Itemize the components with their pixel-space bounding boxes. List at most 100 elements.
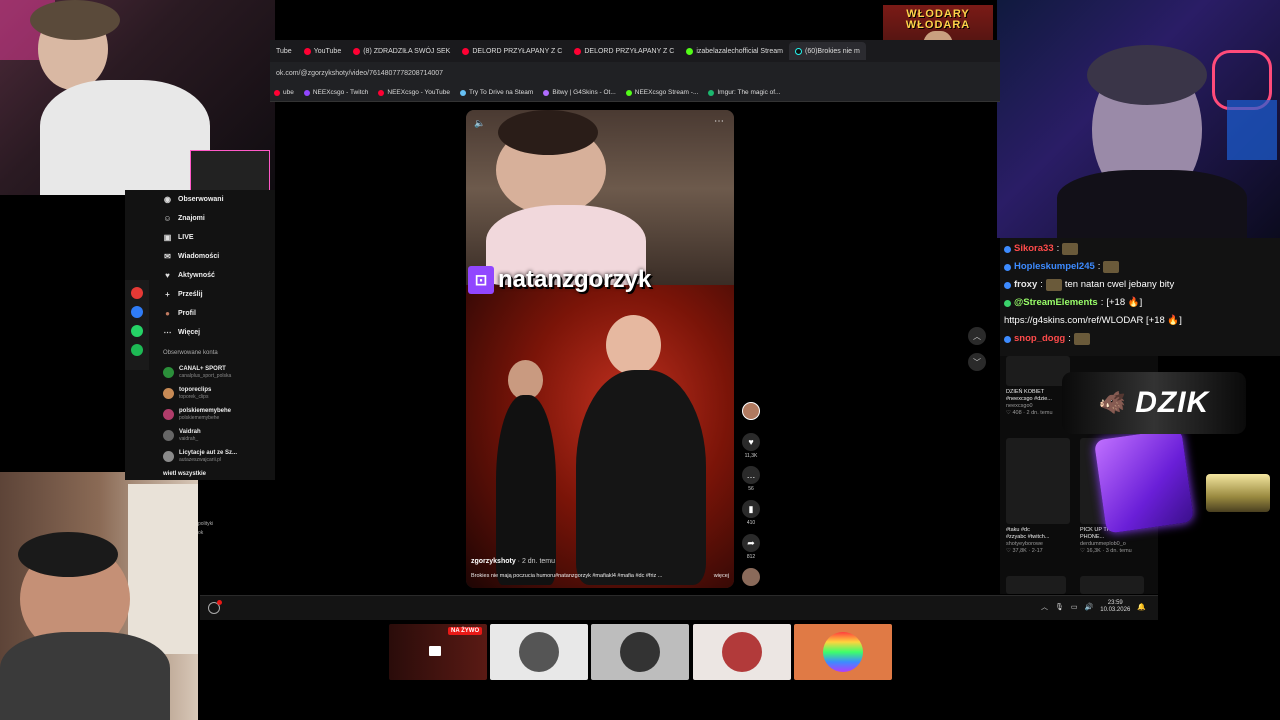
like-button[interactable]: ♥ 11,3K [740,433,762,459]
sidebar-item-label: Aktywność [178,272,215,279]
tab-favicon-icon [462,47,470,55]
badge-icon [1004,281,1011,289]
card-author: neexcsgo0 [1006,403,1033,409]
url-text: ok.com/@zgorzykshoty/video/7614807778208… [276,69,444,77]
action-count: 410 [746,520,756,526]
window-thumbnail[interactable] [693,624,791,680]
avatar [163,430,174,441]
bookmark-icon [303,89,310,96]
bookmark[interactable]: Bitwy | G4Skins - Ot... [543,89,616,96]
chat-username: froxy [1014,279,1038,290]
video-author[interactable]: zgorzykshoty · 2 dn. temu [471,558,555,565]
browser-tab[interactable]: (60)Brokies nie m [788,42,866,60]
bookmark[interactable]: NEEXcsgo - YouTube [378,89,450,96]
followed-account[interactable]: toporeclips toporek_clips [125,383,275,404]
twitch-name-overlay: ⊡ natanzgorzyk [466,262,651,298]
caption-more-link[interactable]: więcej [714,573,729,579]
chevron-up-icon[interactable]: ︿ [968,327,986,345]
tiktok-video-player[interactable]: ⊡ natanzgorzyk 🔈 ⋯ zgorzykshoty · 2 dn. … [466,110,734,588]
emote-icon [1062,243,1079,255]
clock-time: 23:59 [1107,600,1123,606]
chat-username: snop_dogg [1014,333,1066,344]
tab-favicon-icon [574,47,582,55]
followed-account[interactable]: Vaidrah vaidrah_ [125,425,275,446]
browser-tab[interactable]: Tube [270,42,298,60]
window-thumbnail[interactable] [490,624,588,680]
browser-tab-bar: Tube YouTube (8) ZDRADZIŁA SWÓJ SEK DELORD … [270,40,1000,62]
card-meta: ♡ 37,8K · 2-17 [1006,548,1043,554]
whatsapp-icon[interactable] [131,325,143,337]
chevron-up-icon[interactable]: ︿ [1041,602,1048,612]
chat-message: @StreamElements: [+18 🔥] [1004,294,1276,312]
card-author: derdummeplob0_o [1080,541,1126,547]
author-avatar[interactable] [740,402,762,420]
volume-icon[interactable]: 🔊 [1085,603,1094,611]
see-all-link[interactable]: wietl wszystkie [125,471,275,477]
network-icon[interactable]: ▭ [1071,603,1078,611]
sidebar-item[interactable]: ☺ Znajomi [125,209,275,228]
bookmark[interactable]: NEEXcsgo - Twitch [303,89,369,96]
live-icon: ▣ [163,233,172,242]
chevron-down-icon[interactable]: ﹀ [968,353,986,371]
app-icon[interactable] [131,287,143,299]
badge-icon [1004,263,1011,271]
chat-text: https://g4skins.com/ref/WLODAR [+18 🔥] [1004,315,1182,326]
sidebar-item[interactable]: ▣ LIVE [125,228,275,247]
app-icon-strip [125,280,149,370]
browser-tab[interactable]: izabelazalechofficial Stream [680,42,789,60]
account-name: polskiememybehe [179,408,232,414]
browser-tab[interactable]: DELORD PRZYŁAPANY Z C [456,42,568,60]
bookmark[interactable]: ube [274,89,294,96]
chat-separator: : [1040,279,1043,290]
webcam-top-right [997,0,1280,238]
message-icon: ✉ [164,252,171,261]
avatar [163,451,174,462]
browser-tab[interactable]: YouTube [298,42,348,60]
window-thumbnail[interactable] [591,624,689,680]
sidebar-item-label: Więcej [178,329,201,336]
tab-label: (8) ZDRADZIŁA SWÓJ SEK [363,47,451,55]
notification-icon[interactable]: 🔔 [1137,603,1146,611]
spotify-icon[interactable] [131,344,143,356]
chat-message: froxy: ten natan cwel jebany bity [1004,276,1276,294]
system-icon[interactable] [208,600,222,614]
followed-account[interactable]: Licytacje aut ze Sz... autazeszwajcarii.p… [125,446,275,467]
live-badge: NA ŻYWO [448,627,483,635]
comment-button[interactable]: … 56 [740,466,762,492]
bookmark-label: NEEXcsgo - Twitch [312,89,369,96]
video-card[interactable]: #taku #dc #zzyabc #twitch... shotyeyboro… [1006,438,1070,555]
music-disc[interactable] [740,568,762,586]
badge-icon [1004,335,1011,343]
more-options-icon[interactable]: ⋯ [714,116,724,127]
video-card[interactable]: DZIEŃ KOBIET #neexcsgo #dzie... neexcsgo… [1006,356,1070,417]
following-list: CANAL+ SPORT canalplus_sport_polska topore… [125,362,275,467]
taskbar: ︿ 🎙 ▭ 🔊 23:59 10.03.2026 🔔 [200,595,1158,620]
action-count: 11,3K [744,453,758,459]
address-bar[interactable]: ok.com/@zgorzykshoty/video/7614807778208… [270,62,1000,84]
volume-icon[interactable]: 🔈 [474,118,485,129]
sidebar-item[interactable]: ✉ Wiadomości [125,247,275,266]
window-thumbnail[interactable] [794,624,892,680]
friends-icon: ☺ [163,214,172,223]
browser-tab[interactable]: DELORD PRZYŁAPANY Z C [568,42,680,60]
chat-message: Hopleskumpel245: [1004,258,1276,276]
bookmark[interactable]: Try To Drive na Steam [460,89,533,96]
streamer-name: natanzgorzyk [498,266,652,293]
bookmark-label: Imgur: The magic of... [717,89,781,96]
browser-tab[interactable]: (8) ZDRADZIŁA SWÓJ SEK [347,42,456,60]
video-caption: Brokies nie mają poczucia humoru#natanzg… [471,573,729,579]
card-meta: ♡ 16,3K · 3 dn. temu [1080,548,1132,554]
messenger-icon[interactable] [131,306,143,318]
microphone-icon[interactable]: 🎙 [1055,603,1064,611]
share-button[interactable]: ➦ 812 [740,534,762,560]
save-button[interactable]: ▮ 410 [740,500,762,526]
video-top-panel [466,110,734,285]
sidebar-item[interactable]: ◉ Obserwowani [125,190,275,209]
bookmark[interactable]: Imgur: The magic of... [708,89,780,96]
account-handle: toporek_clips [179,394,209,400]
video-bottom-panel [466,285,734,588]
bookmark[interactable]: NEEXcsgo Stream -... [625,89,698,96]
clock[interactable]: 23:59 10.03.2026 [1100,600,1130,614]
followed-account[interactable]: polskiememybehe polskiememybehe [125,404,275,425]
card-desc: #zzyabc #twitch... [1006,534,1050,540]
